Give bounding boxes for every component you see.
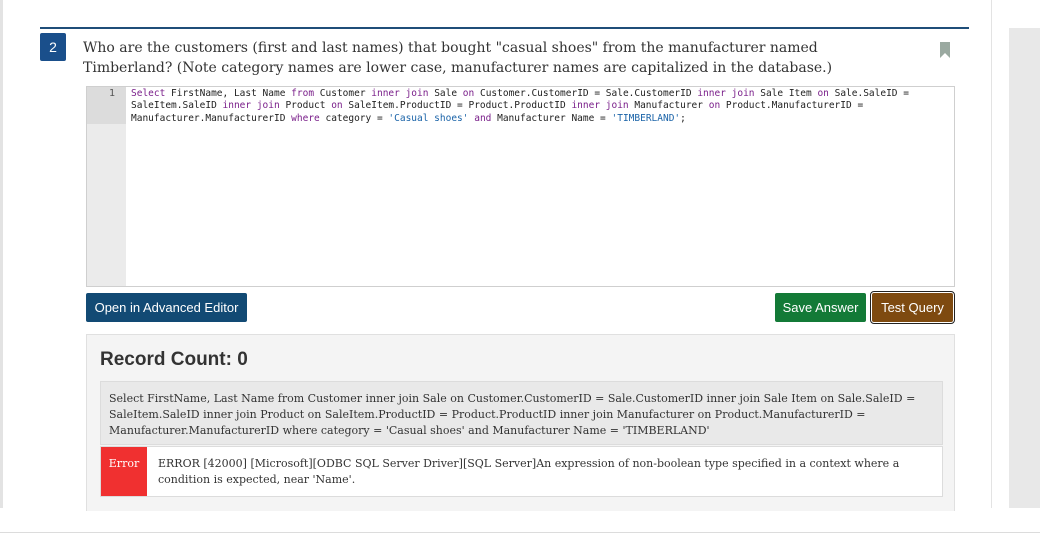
sql-keyword: and (474, 112, 492, 124)
error-badge: Error (101, 447, 147, 496)
left-divider (0, 0, 3, 508)
sql-text: Sale (428, 88, 463, 99)
sql-text: Customer.CustomerID = Sale.CustomerID (474, 88, 698, 99)
record-count: Record Count: 0 (100, 349, 248, 370)
save-answer-button[interactable]: Save Answer (775, 293, 866, 322)
executed-sql-box: Select FirstName, Last Name from Custome… (100, 381, 943, 445)
sql-keyword: inner join (371, 88, 429, 99)
right-side-panel (1009, 28, 1040, 508)
sql-keyword: where (291, 112, 320, 124)
sql-text: ; (680, 112, 686, 124)
sql-keyword: on (708, 100, 721, 112)
error-row: Error ERROR [42000] [Microsoft][ODBC SQL… (100, 446, 943, 497)
sql-text: Manufacturer Name = (491, 112, 612, 124)
question-number-badge: 2 (40, 33, 66, 61)
sql-keyword: from (291, 88, 315, 99)
sql-keyword: inner join (697, 88, 755, 99)
question-card: 2 Who are the customers (first and last … (40, 27, 969, 511)
sql-keyword: inner join (571, 100, 629, 112)
line-number: 1 (108, 88, 115, 99)
sql-string: 'Casual shoes' (388, 112, 469, 124)
right-divider (991, 0, 992, 508)
sql-text: Product (279, 100, 332, 112)
sql-text: Sale Item (754, 88, 818, 99)
sql-string: 'TIMBERLAND' (611, 112, 681, 124)
sql-keyword: on (331, 100, 343, 112)
sql-text: FirstName, Last Name (165, 88, 292, 99)
bookmark-icon[interactable] (939, 41, 951, 59)
test-query-button[interactable]: Test Query (870, 291, 955, 324)
result-panel: Record Count: 0 Select FirstName, Last N… (86, 334, 955, 511)
open-advanced-editor-button[interactable]: Open in Advanced Editor (86, 293, 247, 322)
error-message: ERROR [42000] [Microsoft][ODBC SQL Serve… (158, 457, 900, 486)
sql-editor[interactable]: 1 Select FirstName, Last Name from Custo… (86, 86, 955, 287)
question-text: Who are the customers (first and last na… (83, 40, 833, 76)
sql-text: SaleItem.ProductID = Product.ProductID (342, 100, 572, 112)
sql-keyword: Select (131, 88, 166, 99)
sql-text: Manufacturer (628, 100, 709, 112)
sql-keyword: on (817, 88, 829, 99)
sql-text: Customer (314, 88, 372, 99)
sql-keyword: inner join (222, 100, 280, 112)
sql-keyword: on (462, 88, 475, 99)
executed-sql-text: Select FirstName, Last Name from Custome… (109, 392, 916, 437)
editor-code[interactable]: Select FirstName, Last Name from Custome… (131, 88, 951, 125)
bottom-divider (0, 532, 1040, 533)
sql-text: category = (319, 112, 389, 124)
